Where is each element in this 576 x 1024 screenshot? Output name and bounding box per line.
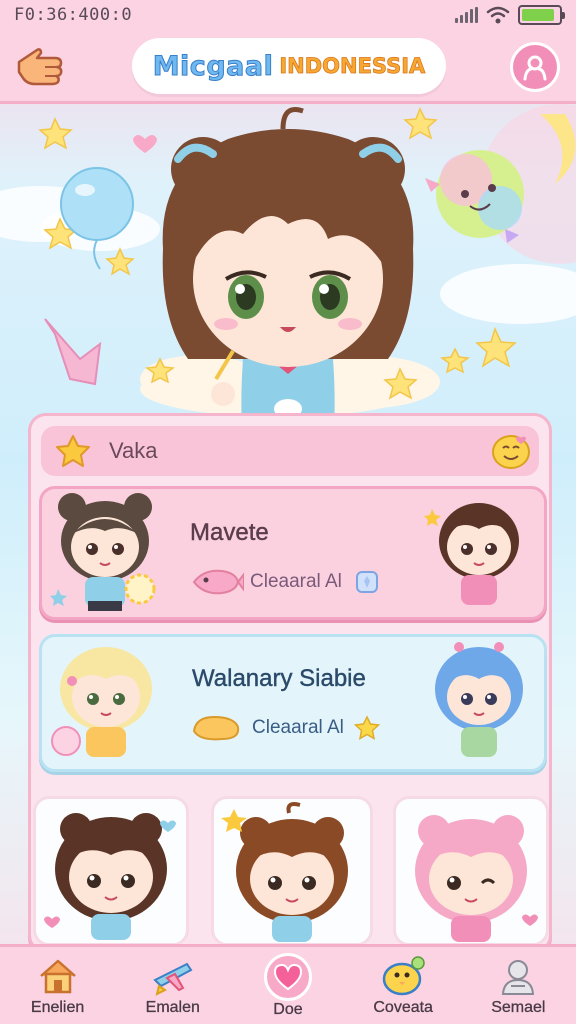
- title-part-main: Micgaal: [152, 50, 274, 82]
- hero-illustration: [0, 104, 576, 424]
- battery-level: [522, 9, 555, 21]
- star-icon: [56, 435, 90, 467]
- nav-label: Enelien: [30, 999, 85, 1016]
- pointing-hand-icon: [17, 48, 63, 86]
- title-part-country: INDONESSIA: [279, 54, 426, 79]
- gem-icon: [356, 571, 378, 593]
- profile-button[interactable]: [510, 42, 560, 92]
- app-title: Micgaal INDONESSIA: [132, 38, 446, 94]
- character-avatar: [424, 503, 519, 605]
- nav-item-emalen[interactable]: Emalen: [118, 953, 228, 1017]
- character-card[interactable]: Mavete Cleaaral Al: [39, 486, 547, 620]
- status-bar: F0:36:400:0: [0, 0, 576, 30]
- nav-label: Emalen: [145, 999, 201, 1016]
- character-tile[interactable]: [393, 796, 549, 946]
- nav-item-home[interactable]: Enelien: [3, 953, 113, 1017]
- app-header: Micgaal INDONESSIA: [0, 30, 576, 104]
- signal-icon: [455, 7, 478, 23]
- nav-item-semael[interactable]: Semael: [463, 953, 573, 1017]
- character-avatar: [51, 647, 152, 757]
- user-icon: [523, 55, 547, 81]
- nav-label: Doe: [273, 1001, 303, 1018]
- panel-header-label: Vaka: [109, 438, 158, 463]
- character-avatar: [435, 642, 523, 757]
- smiley-icon[interactable]: [491, 432, 531, 470]
- battery-icon: [518, 5, 565, 25]
- card-subtitle: Cleaaral Al: [250, 571, 342, 592]
- bottom-nav: Enelien Emalen Doe Coveata Semael: [0, 944, 576, 1024]
- toy-plane-icon: [153, 962, 193, 996]
- character-avatar: [50, 493, 156, 611]
- person-icon: [502, 960, 535, 995]
- card-subtitle: Cleaaral Al: [252, 717, 344, 738]
- chick-icon: [382, 956, 425, 996]
- fish-icon: [192, 569, 244, 595]
- bean-icon: [192, 715, 240, 741]
- character-card[interactable]: Walanary Siabie Cleaaral Al: [39, 634, 547, 772]
- character-avatar: [44, 813, 176, 940]
- home-icon: [39, 959, 76, 994]
- character-avatar: [415, 815, 538, 942]
- character-tile[interactable]: [33, 796, 189, 946]
- panel-header[interactable]: Vaka: [41, 426, 539, 476]
- nav-item-doe[interactable]: Doe: [233, 953, 343, 1019]
- back-button[interactable]: [14, 40, 68, 90]
- card-title: Walanary Siabie: [192, 665, 366, 692]
- character-panel: Vaka Mavete Cleaaral Al Walanary Siabie …: [28, 413, 552, 953]
- status-time: F0:36:400:0: [14, 5, 133, 25]
- character-avatar: [221, 802, 348, 942]
- wifi-icon: [486, 6, 510, 24]
- card-title: Mavete: [190, 519, 269, 546]
- hero-scene: [0, 104, 576, 424]
- heart-icon: [273, 963, 302, 991]
- character-tile[interactable]: [211, 796, 373, 946]
- nav-label: Coveata: [373, 999, 433, 1016]
- nav-label: Semael: [491, 999, 546, 1016]
- star-icon: [354, 715, 380, 740]
- status-icons: [455, 5, 565, 25]
- nav-item-coveata[interactable]: Coveata: [348, 953, 458, 1017]
